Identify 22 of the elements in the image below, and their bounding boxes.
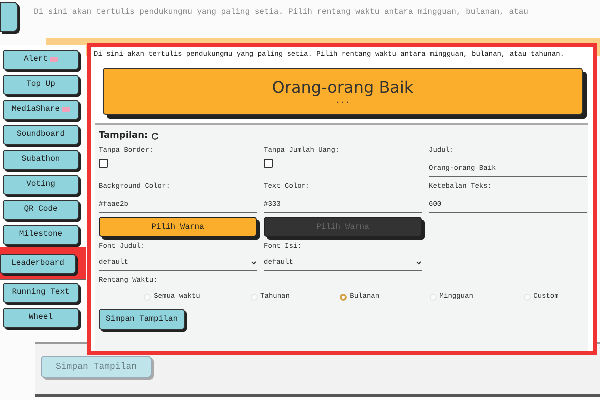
settings-heading: Tampilan: [99, 131, 148, 141]
sidebar-item[interactable]: MediaShare [3, 100, 79, 120]
chevron-down-icon[interactable] [251, 261, 257, 265]
sidebar-item[interactable]: Subathon [3, 150, 79, 170]
chevron-down-icon[interactable] [416, 261, 422, 265]
sidebar-item[interactable]: Leaderboard [0, 254, 76, 274]
sidebar-item[interactable]: Soundboard [3, 124, 79, 144]
preview-title: Orang-orang Baik [272, 78, 414, 96]
sidebar-item[interactable]: Top Up [3, 74, 79, 94]
save-button[interactable]: Simpan Tampilan [99, 309, 186, 330]
sidebar-item[interactable]: Voting [3, 174, 79, 194]
pick-color-button[interactable]: Pilih Warna [99, 217, 257, 237]
sidebar-item[interactable]: Running Text [3, 282, 79, 302]
checkbox[interactable] [99, 159, 108, 168]
sidebar-item[interactable]: QR Code [3, 200, 79, 220]
checkbox[interactable] [264, 159, 273, 168]
sidebar-item[interactable]: Milestone [3, 224, 79, 244]
sidebar-item[interactable]: Wheel [3, 308, 79, 328]
backdrop-description: Di sini akan tertulis pendukungmu yang paling setia. Pilih rentang waktu antara mingguan, bulanan, atau [34, 8, 528, 17]
sidebar-item[interactable]: Alert [3, 50, 79, 70]
preview-body: ... [336, 96, 350, 106]
refresh-icon[interactable] [152, 132, 160, 140]
